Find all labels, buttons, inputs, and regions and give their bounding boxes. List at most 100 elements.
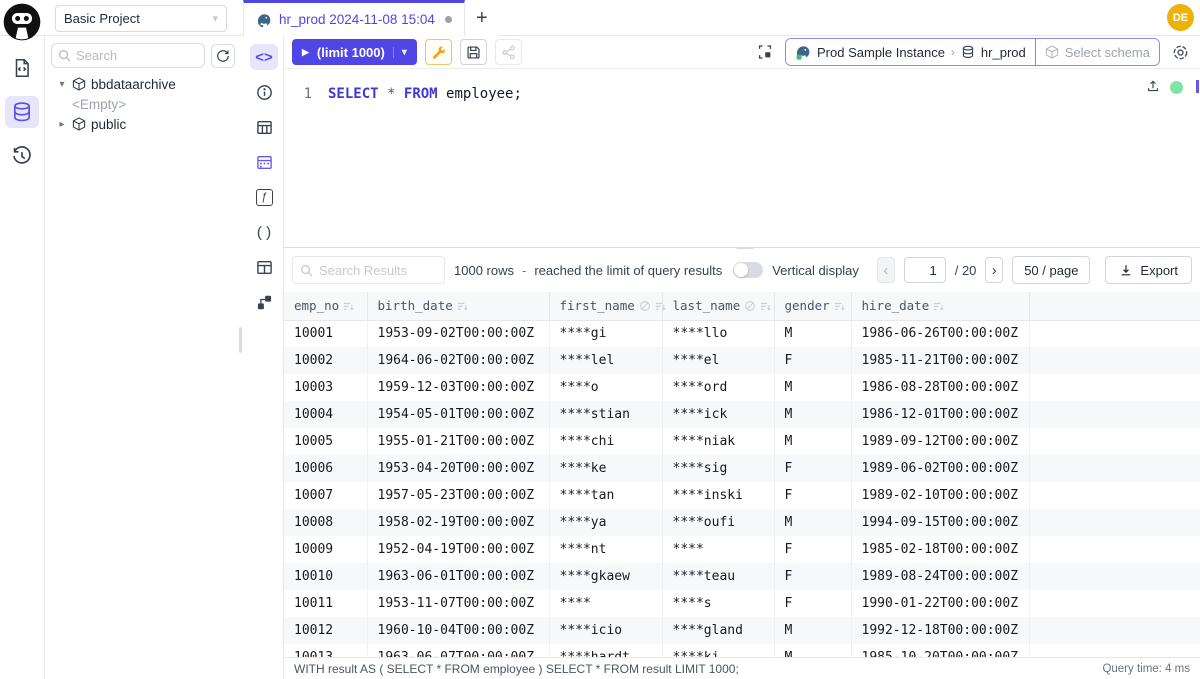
table-cell[interactable]: ****ya [549, 509, 662, 536]
table-cell[interactable]: ****gland [662, 617, 774, 644]
table-cell[interactable]: 10002 [284, 347, 367, 374]
column-header-birth-date[interactable]: birth_date [367, 292, 549, 320]
table-cell[interactable]: ****llo [662, 320, 774, 347]
table-row[interactable]: 100031959-12-03T00:00:00Z****o****ordM19… [284, 374, 1200, 401]
table-cell[interactable]: M [774, 644, 851, 657]
views-icon[interactable] [250, 254, 278, 280]
table-cell[interactable]: 1959-12-03T00:00:00Z [367, 374, 549, 401]
table-row[interactable]: 100061953-04-20T00:00:00Z****ke****sigF1… [284, 455, 1200, 482]
upload-sheet-icon[interactable] [1146, 79, 1160, 93]
table-cell[interactable]: ****gi [549, 320, 662, 347]
table-row[interactable]: 100101963-06-01T00:00:00Z****gkaew****te… [284, 563, 1200, 590]
column-header-first-name[interactable]: first_name [549, 292, 662, 320]
refresh-icon[interactable] [211, 44, 235, 68]
table-cell[interactable]: ****chi [549, 428, 662, 455]
table-cell[interactable]: 10006 [284, 455, 367, 482]
results-resize-handle[interactable] [736, 247, 754, 249]
table-cell[interactable]: 1986-08-28T00:00:00Z [851, 374, 1029, 401]
table-cell[interactable]: ****ord [662, 374, 774, 401]
er-diagram-icon[interactable] [250, 289, 278, 315]
table-cell[interactable]: 10013 [284, 644, 367, 657]
table-cell[interactable]: 10010 [284, 563, 367, 590]
column-header-gender[interactable]: gender [774, 292, 851, 320]
table-cell[interactable]: ****gkaew [549, 563, 662, 590]
format-sql-wand-button[interactable] [425, 39, 452, 65]
table-cell[interactable]: 10005 [284, 428, 367, 455]
table-cell[interactable]: M [774, 401, 851, 428]
table-cell[interactable]: 1985-02-18T00:00:00Z [851, 536, 1029, 563]
table-cell[interactable]: 1985-10-20T00:00:00Z [851, 644, 1029, 657]
column-header-emp-no[interactable]: emp_no [284, 292, 367, 320]
table-cell[interactable]: 10009 [284, 536, 367, 563]
table-cell[interactable]: 1952-04-19T00:00:00Z [367, 536, 549, 563]
table-row[interactable]: 100091952-04-19T00:00:00Z****nt****F1985… [284, 536, 1200, 563]
vertical-display-toggle[interactable] [733, 262, 763, 278]
table-cell[interactable]: ****hardt [549, 644, 662, 657]
worksheet-icon[interactable] [5, 52, 39, 84]
table-cell[interactable]: ****niak [662, 428, 774, 455]
table-cell[interactable]: M [774, 374, 851, 401]
table-cell[interactable]: 1989-08-24T00:00:00Z [851, 563, 1029, 590]
table-cell[interactable]: ****o [549, 374, 662, 401]
table-cell[interactable]: 1963-06-07T00:00:00Z [367, 644, 549, 657]
table-cell[interactable]: 1985-11-21T00:00:00Z [851, 347, 1029, 374]
table-row[interactable]: 100131963-06-07T00:00:00Z****hardt****ki… [284, 644, 1200, 657]
table-cell[interactable]: ****ki [662, 644, 774, 657]
table-cell[interactable]: 1990-01-22T00:00:00Z [851, 590, 1029, 617]
caret-right-icon[interactable]: ▸ [57, 119, 67, 130]
table-cell[interactable]: 10008 [284, 509, 367, 536]
page-number-input[interactable] [904, 257, 946, 283]
format-statement-icon[interactable] [753, 40, 777, 64]
table-cell[interactable]: 1953-04-20T00:00:00Z [367, 455, 549, 482]
project-select[interactable]: Basic Project ▾ [55, 5, 227, 32]
new-tab-button[interactable]: + [465, 0, 499, 36]
tree-item-public[interactable]: ▸ public [45, 114, 241, 134]
table-cell[interactable]: 1992-12-18T00:00:00Z [851, 617, 1029, 644]
sort-icon[interactable] [457, 301, 468, 312]
user-avatar[interactable]: DE [1167, 4, 1194, 31]
table-cell[interactable]: 10011 [284, 590, 367, 617]
share-button[interactable] [495, 39, 522, 65]
table-cell[interactable]: 1994-09-15T00:00:00Z [851, 509, 1029, 536]
table-row[interactable]: 100081958-02-19T00:00:00Z****ya****oufiM… [284, 509, 1200, 536]
info-icon[interactable] [250, 79, 278, 105]
table-row[interactable]: 100111953-11-07T00:00:00Z********sF1990-… [284, 590, 1200, 617]
table-cell[interactable]: F [774, 455, 851, 482]
table-cell[interactable]: 1986-06-26T00:00:00Z [851, 320, 1029, 347]
sort-icon[interactable] [760, 301, 771, 312]
table-cell[interactable]: F [774, 347, 851, 374]
table-cell[interactable]: 1953-11-07T00:00:00Z [367, 590, 549, 617]
results-search-field[interactable] [292, 256, 445, 284]
next-page-button[interactable]: › [985, 257, 1003, 283]
table-cell[interactable]: ****ke [549, 455, 662, 482]
run-query-button[interactable]: ▶ (limit 1000) ▾ [292, 39, 417, 65]
table-row[interactable]: 100011953-09-02T00:00:00Z****gi****lloM1… [284, 320, 1200, 347]
tree-search-input[interactable] [76, 48, 198, 63]
table-cell[interactable]: F [774, 563, 851, 590]
table-cell[interactable]: 1960-10-04T00:00:00Z [367, 617, 549, 644]
table-row[interactable]: 100051955-01-21T00:00:00Z****chi****niak… [284, 428, 1200, 455]
table-cell[interactable]: ****sig [662, 455, 774, 482]
table-row[interactable]: 100041954-05-01T00:00:00Z****stian****ic… [284, 401, 1200, 428]
procedures-icon[interactable]: ( ) [250, 219, 278, 245]
table-cell[interactable]: 1954-05-01T00:00:00Z [367, 401, 549, 428]
table-cell[interactable]: 1989-06-02T00:00:00Z [851, 455, 1029, 482]
sort-icon[interactable] [655, 301, 666, 312]
caret-down-icon[interactable]: ▾ [57, 79, 67, 90]
sql-code-editor[interactable]: 1 SELECT * FROM employee; [284, 69, 1200, 247]
sort-icon[interactable] [933, 301, 944, 312]
table-cell[interactable]: ****tan [549, 482, 662, 509]
table-cell[interactable]: ****oufi [662, 509, 774, 536]
table-cell[interactable]: ****ick [662, 401, 774, 428]
table-cell[interactable]: 10004 [284, 401, 367, 428]
table-cell[interactable]: ****icio [549, 617, 662, 644]
table-cell[interactable]: ****lel [549, 347, 662, 374]
bytebase-logo-icon[interactable] [2, 2, 42, 42]
table-cell[interactable]: 1958-02-19T00:00:00Z [367, 509, 549, 536]
data-grid-icon[interactable] [250, 149, 278, 175]
table-row[interactable]: 100021964-06-02T00:00:00Z****lel****elF1… [284, 347, 1200, 374]
table-cell[interactable]: 1957-05-23T00:00:00Z [367, 482, 549, 509]
functions-icon[interactable]: ƒ [250, 184, 278, 210]
table-cell[interactable]: 1989-02-10T00:00:00Z [851, 482, 1029, 509]
table-cell[interactable]: **** [662, 536, 774, 563]
